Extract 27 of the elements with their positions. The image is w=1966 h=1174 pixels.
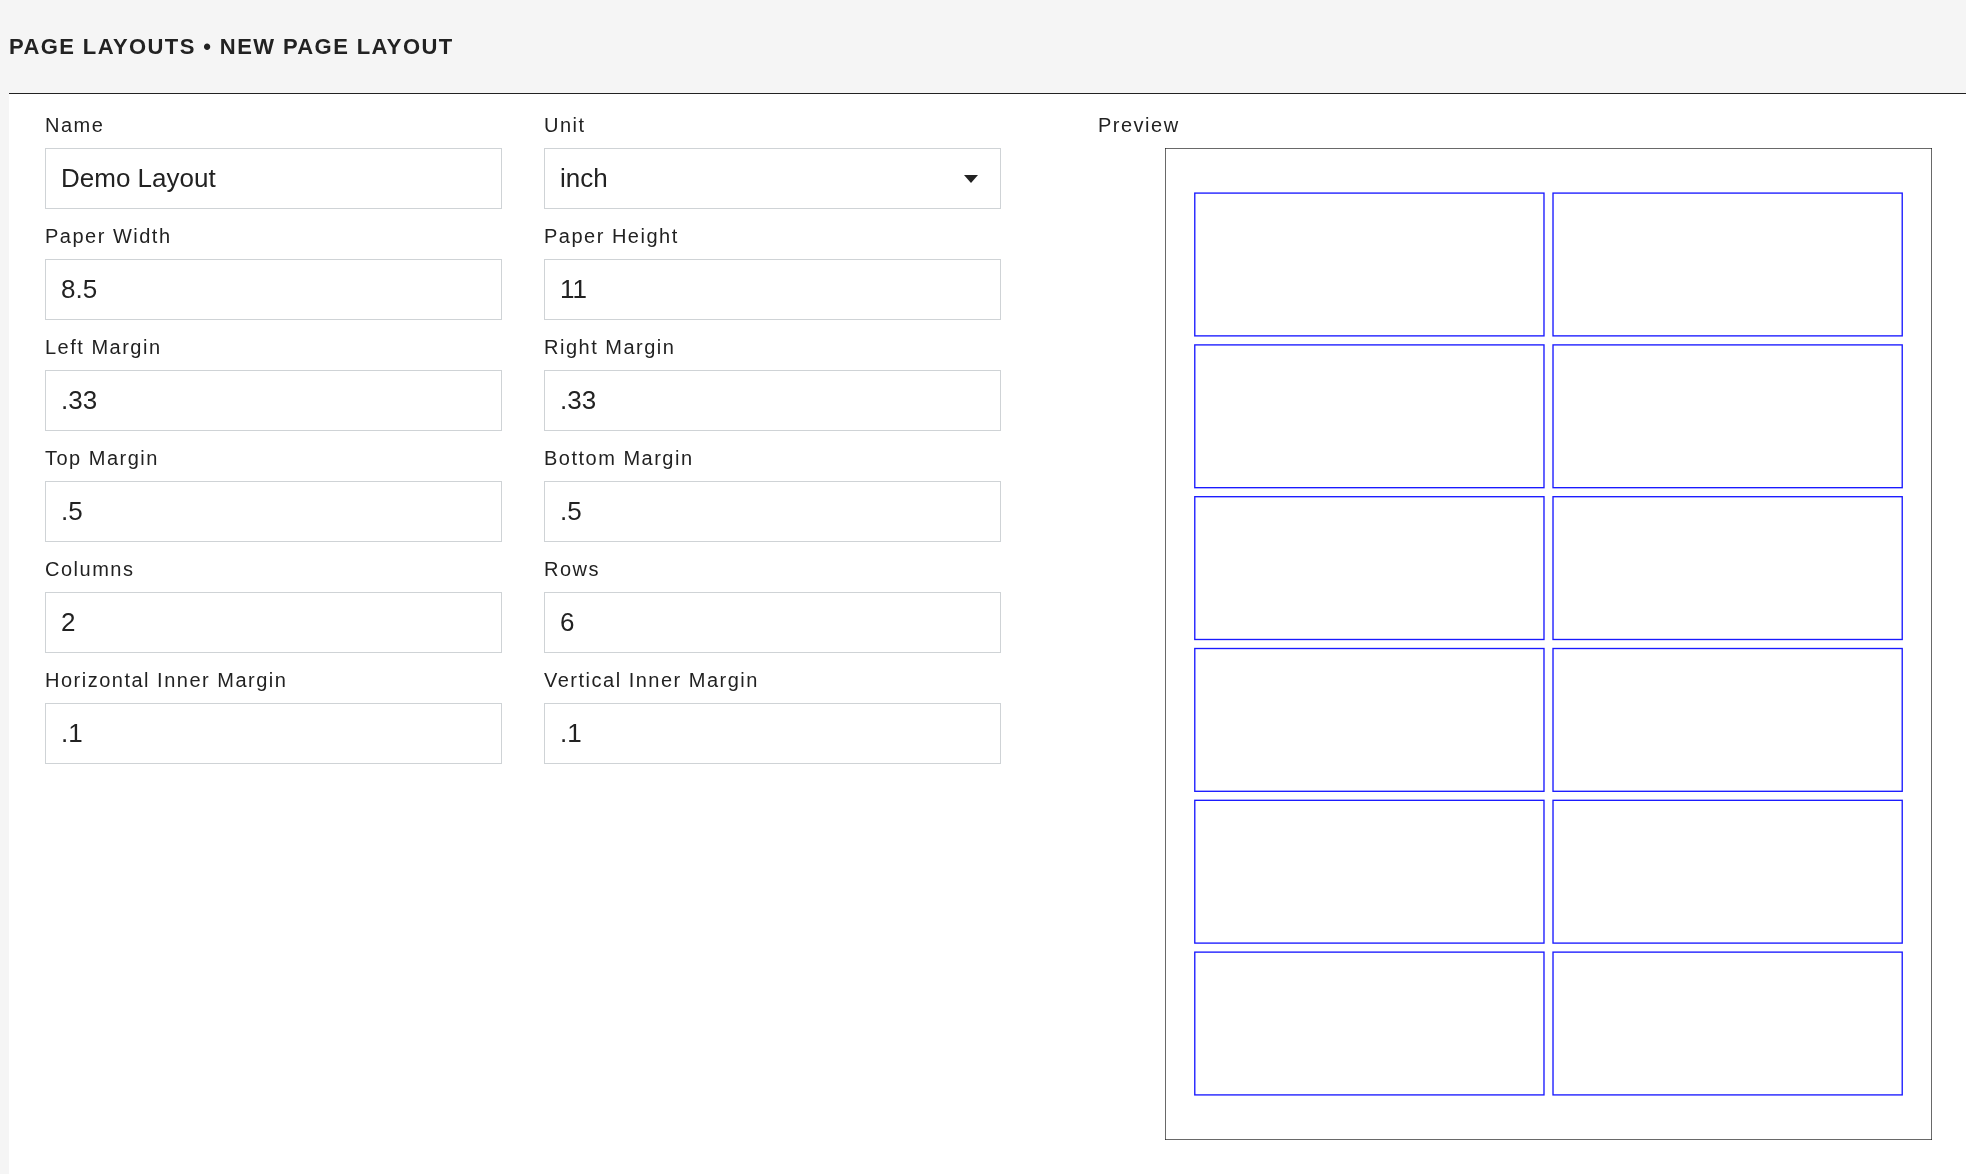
field-label: Columns: [45, 558, 136, 582]
field-label: Paper Width: [45, 225, 173, 249]
field-label: Horizontal Inner Margin: [45, 669, 289, 693]
preview-label: Preview: [1098, 114, 1181, 138]
unit-dropdown[interactable]: inch: [544, 148, 1001, 209]
input-field[interactable]: .5: [544, 481, 1001, 542]
field-label: Bottom Margin: [544, 447, 695, 471]
input-field[interactable]: .1: [544, 703, 1001, 764]
input-field[interactable]: .5: [45, 481, 502, 542]
input-field[interactable]: 8.5: [45, 259, 502, 320]
field-label: Paper Height: [544, 225, 680, 249]
caret-icon: [964, 174, 978, 183]
field-label: Unit: [544, 114, 587, 138]
field-label: Vertical Inner Margin: [544, 669, 760, 693]
input-field[interactable]: Demo Layout: [45, 148, 502, 209]
input-field[interactable]: 6: [544, 592, 1001, 653]
field-label: Top Margin: [45, 447, 160, 471]
page-title: PAGE LAYOUTS • NEW PAGE LAYOUT: [9, 33, 454, 60]
input-field[interactable]: .33: [544, 370, 1001, 431]
field-label: Rows: [544, 558, 601, 582]
input-field[interactable]: .1: [45, 703, 502, 764]
field-label: Right Margin: [544, 336, 677, 360]
input-field[interactable]: 2: [45, 592, 502, 653]
input-field[interactable]: 11: [544, 259, 1001, 320]
input-field[interactable]: .33: [45, 370, 502, 431]
field-label: Name: [45, 114, 106, 138]
field-label: Left Margin: [45, 336, 163, 360]
